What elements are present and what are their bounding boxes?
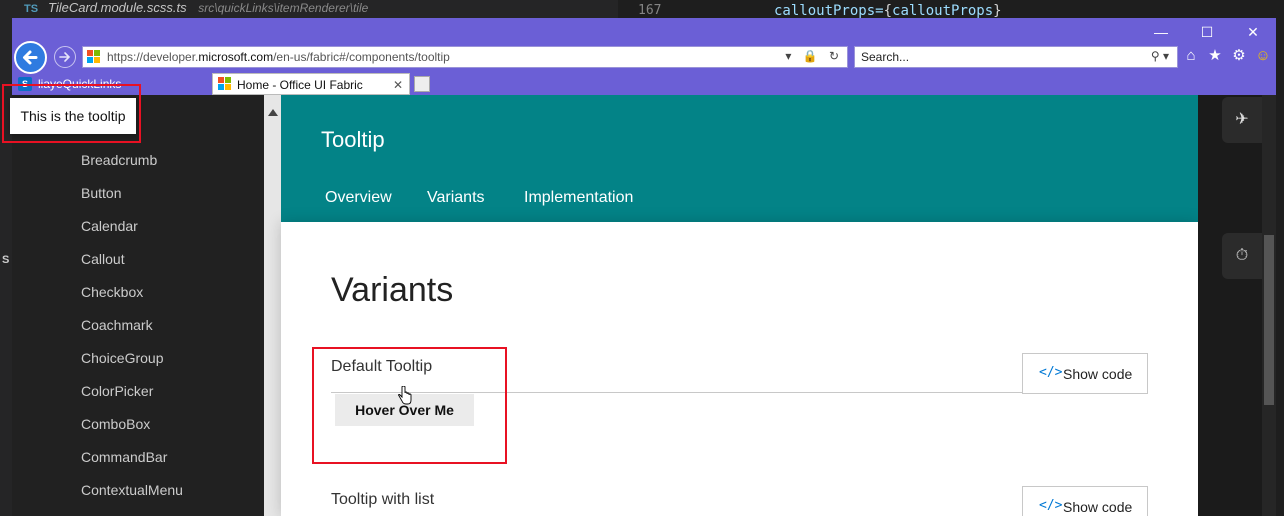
close-tab-icon[interactable]: ✕: [393, 74, 403, 96]
nav-item-button[interactable]: Button: [81, 185, 121, 201]
typescript-icon: TS: [24, 3, 39, 15]
code-icon: </>: [1039, 365, 1063, 380]
settings-gear-icon[interactable]: ⚙: [1230, 46, 1248, 66]
page-header: Tooltip Overview Variants Implementation: [281, 95, 1198, 222]
search-icon[interactable]: ⚲ ▾: [1151, 49, 1169, 63]
code-line: calloutProps={calloutProps}: [774, 3, 1002, 19]
code-icon: </>: [1039, 498, 1063, 513]
code-pane: 167 calloutProps={calloutProps}: [618, 0, 1284, 19]
nav-item-breadcrumb[interactable]: Breadcrumb: [81, 152, 157, 168]
editor-file-name: TileCard.module.scss.ts: [48, 0, 187, 15]
maximize-button[interactable]: ☐: [1184, 18, 1230, 46]
page-scrollbar[interactable]: [1262, 95, 1276, 516]
timer-icon[interactable]: ⏱: [1222, 233, 1262, 279]
line-number: 167: [638, 3, 662, 18]
page-viewport: em BreadcrumbButtonCalendarCalloutCheckb…: [12, 95, 1276, 516]
show-code-label: Show code: [1063, 366, 1133, 382]
page-scrollbar-thumb[interactable]: [1264, 235, 1274, 405]
tab-overview[interactable]: Overview: [325, 189, 392, 207]
code-prop: calloutProps=: [774, 3, 884, 19]
home-icon[interactable]: ⌂: [1182, 46, 1200, 66]
microsoft-logo-icon: [218, 77, 232, 91]
back-arrow-icon: [23, 50, 38, 65]
window-controls: — ☐ ✕: [1138, 18, 1276, 46]
tab-implementation[interactable]: Implementation: [524, 189, 633, 207]
close-window-button[interactable]: ✕: [1230, 18, 1276, 46]
url-text: https://developer.microsoft.com/en-us/fa…: [107, 50, 450, 64]
code-value: calloutProps: [892, 3, 994, 19]
browser-window: — ☐ ✕ https://developer.microsoft.com/en…: [12, 18, 1276, 516]
nav-item-contextualmenu[interactable]: ContextualMenu: [81, 482, 183, 498]
show-code-label: Show code: [1063, 499, 1133, 515]
nav-item-choicegroup[interactable]: ChoiceGroup: [81, 350, 164, 366]
highlight-box-tooltip: [2, 84, 141, 143]
variants-heading: Variants: [331, 271, 454, 309]
editor-file-path: src\quickLinks\itemRenderer\tile: [198, 1, 369, 15]
desktop: TS TileCard.module.scss.ts src\quickLink…: [0, 0, 1284, 516]
search-box[interactable]: Search... ⚲ ▾: [854, 46, 1178, 68]
search-placeholder: Search...: [861, 50, 910, 64]
url-prefix: https://developer.: [107, 50, 199, 64]
url-suffix: /en-us/fabric#/components/tooltip: [273, 50, 450, 64]
favorites-star-icon[interactable]: ★: [1206, 46, 1224, 66]
tab-variants[interactable]: Variants: [427, 189, 485, 207]
editor-side-letter: S: [2, 254, 10, 266]
new-tab-button[interactable]: [414, 76, 430, 92]
forward-button[interactable]: [54, 46, 76, 68]
address-bar[interactable]: https://developer.microsoft.com/en-us/fa…: [82, 46, 848, 68]
nav-item-coachmark[interactable]: Coachmark: [81, 317, 153, 333]
nav-item-colorpicker[interactable]: ColorPicker: [81, 383, 153, 399]
nav-item-callout[interactable]: Callout: [81, 251, 125, 267]
show-code-button[interactable]: </> Show code: [1022, 353, 1148, 394]
feedback-smiley-icon[interactable]: ☺: [1254, 46, 1272, 66]
highlight-box-default-tooltip: [312, 347, 507, 464]
browser-toolbar: ⌂ ★ ⚙ ☺: [1182, 46, 1272, 66]
variants-card: Variants Default Tooltip </> Show code H…: [281, 222, 1198, 516]
code-brace-close: }: [993, 3, 1002, 19]
component-nav: em BreadcrumbButtonCalendarCalloutCheckb…: [12, 95, 264, 516]
nav-item-combobox[interactable]: ComboBox: [81, 416, 150, 432]
address-bar-icons[interactable]: ▾ 🔒 ↻: [785, 49, 843, 63]
editor-right-edge: [1276, 18, 1284, 516]
nav-item-calendar[interactable]: Calendar: [81, 218, 138, 234]
tab-office-ui-fabric[interactable]: Home - Office UI Fabric ✕: [212, 73, 410, 95]
forward-arrow-icon: [59, 52, 71, 62]
tab-label: Home - Office UI Fabric: [237, 78, 363, 92]
section-title-tooltip-with-list: Tooltip with list: [331, 491, 435, 508]
back-button[interactable]: [14, 41, 47, 74]
scroll-up-arrow-icon[interactable]: [268, 109, 278, 116]
nav-item-commandbar[interactable]: CommandBar: [81, 449, 167, 465]
code-brace-open: {: [883, 3, 893, 19]
page-title: Tooltip: [321, 127, 385, 152]
pin-icon[interactable]: ✈: [1222, 97, 1262, 143]
right-rail: ✈ ⏱: [1198, 95, 1276, 516]
minimize-button[interactable]: —: [1138, 18, 1184, 46]
nav-item-checkbox[interactable]: Checkbox: [81, 284, 143, 300]
microsoft-logo-icon: [87, 50, 101, 64]
show-code-button[interactable]: </> Show code: [1022, 486, 1148, 516]
main-content: Tooltip Overview Variants Implementation…: [281, 95, 1198, 516]
nav-scrollbar[interactable]: [264, 95, 281, 516]
editor-tab[interactable]: TS TileCard.module.scss.ts src\quickLink…: [0, 0, 368, 18]
url-domain: microsoft.com: [198, 50, 274, 64]
